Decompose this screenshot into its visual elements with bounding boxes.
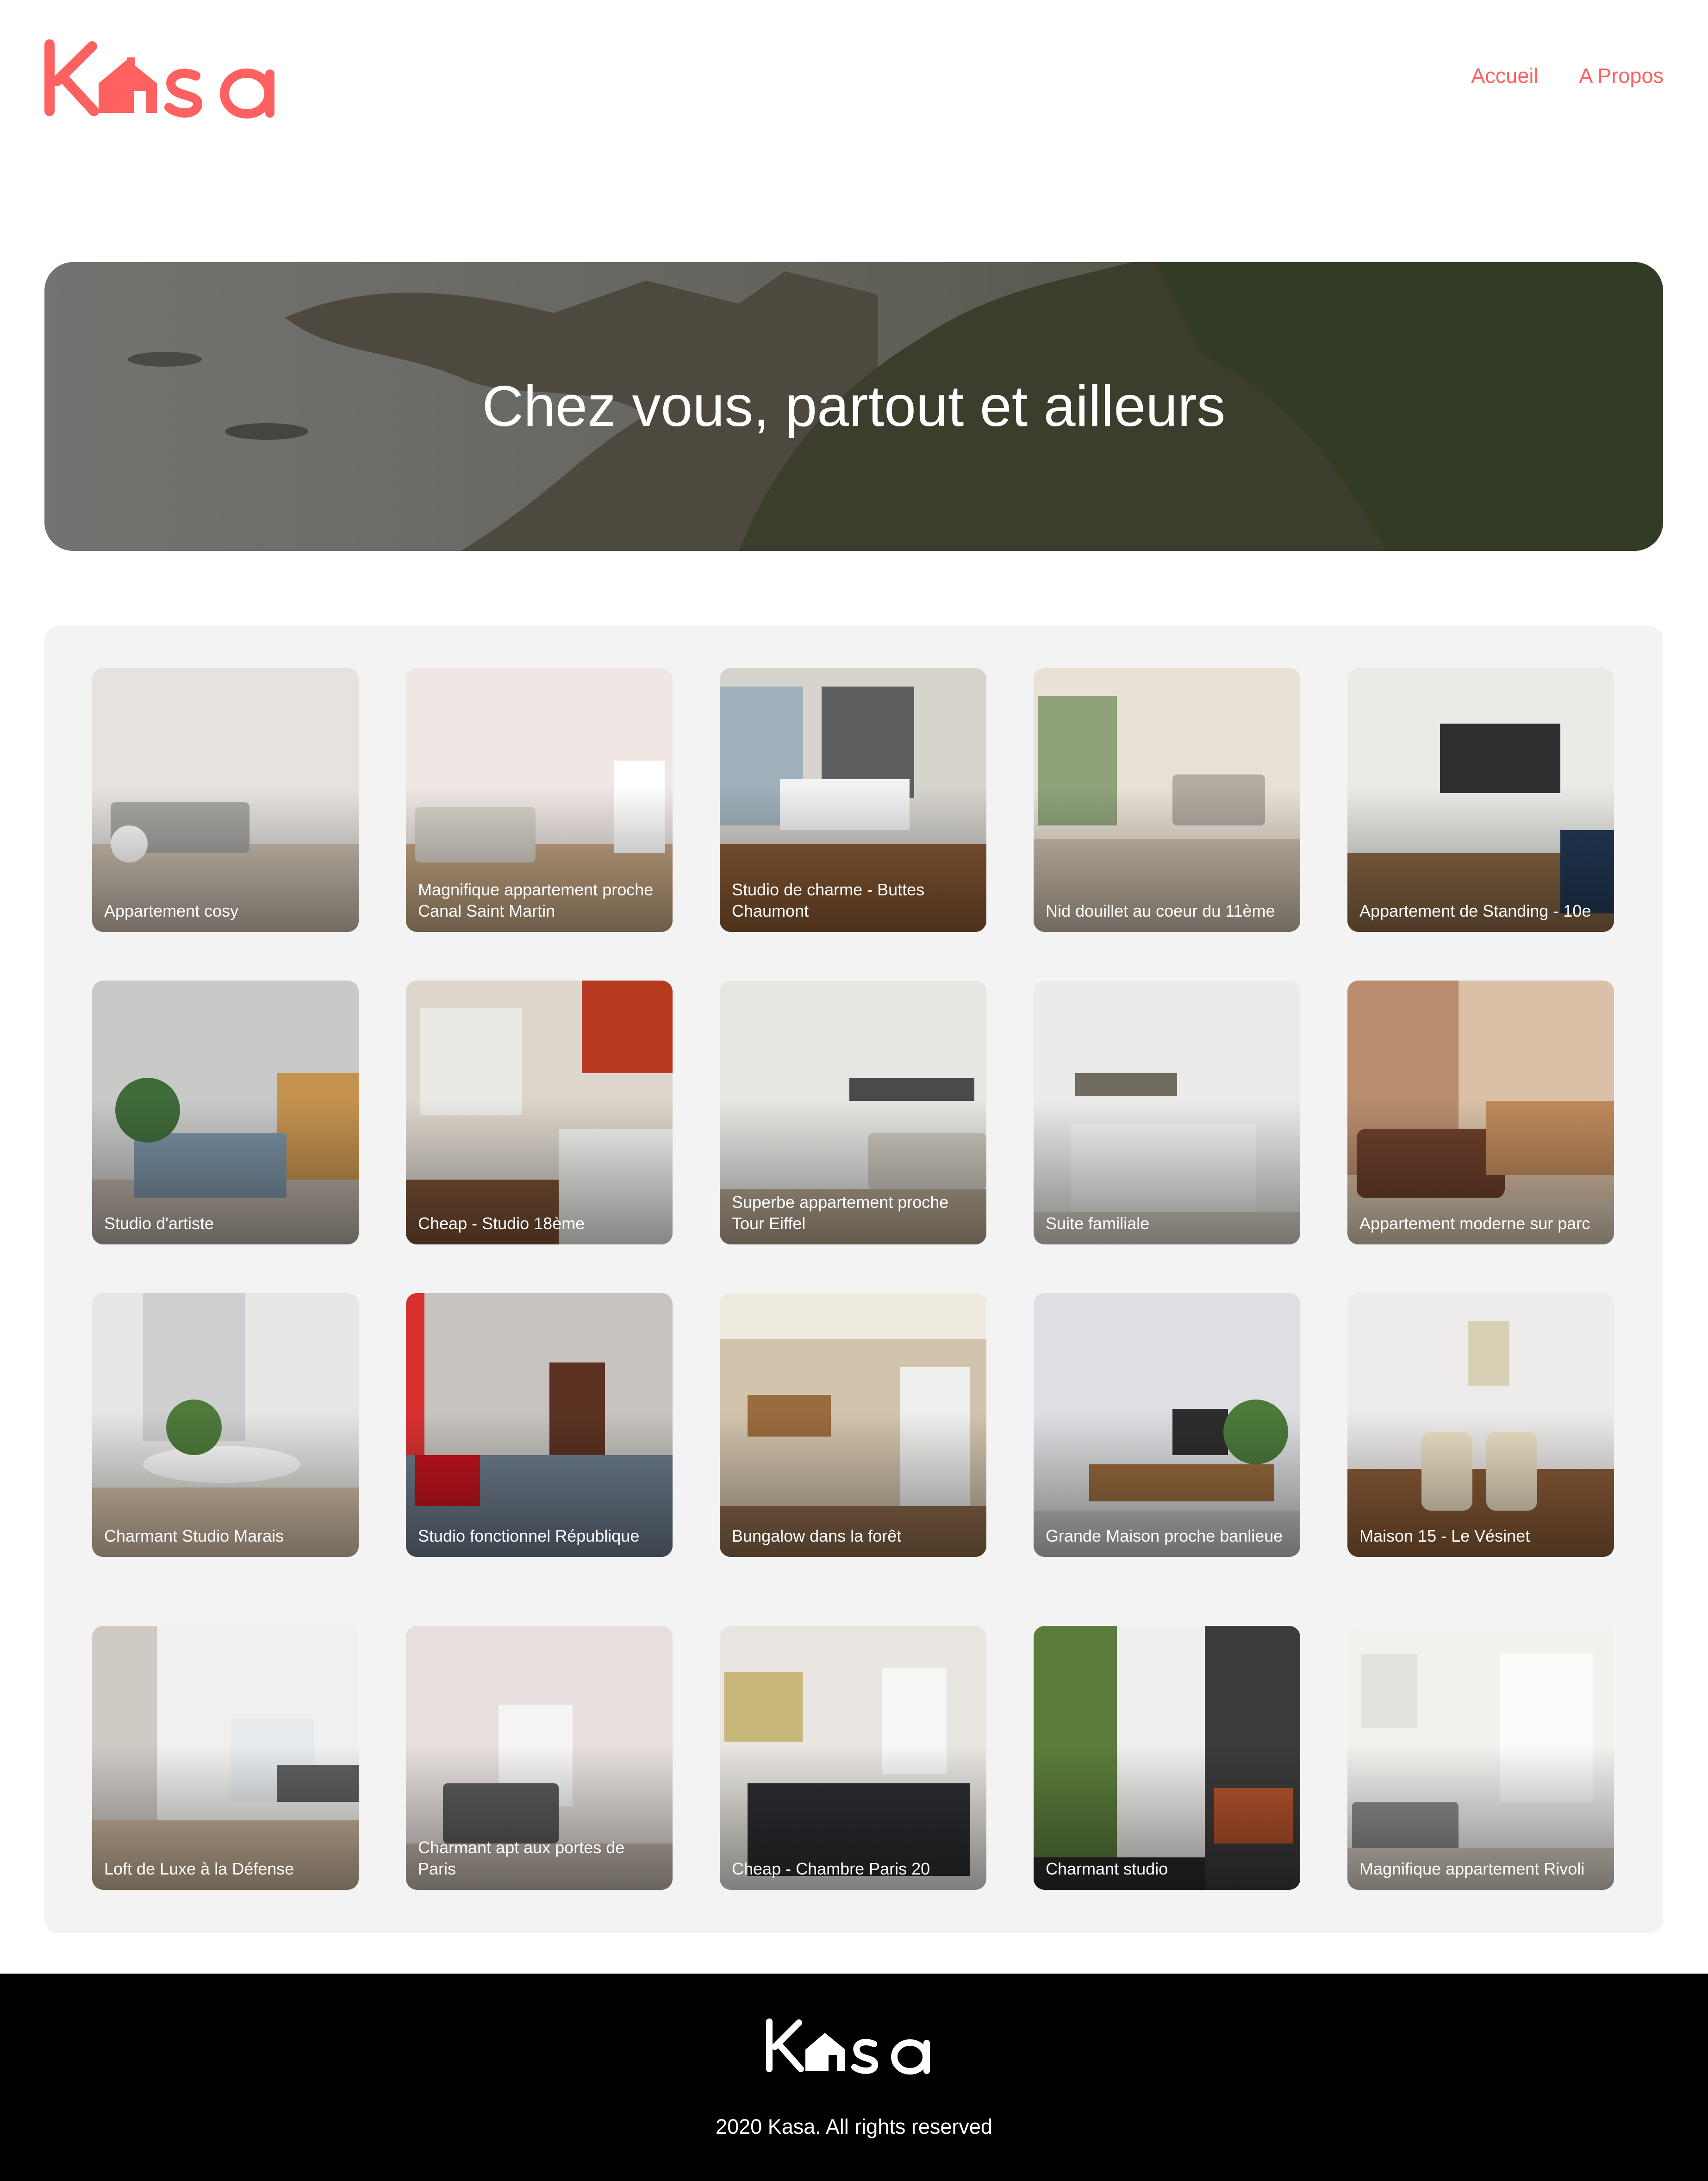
listing-title: Cheap - Studio 18ème xyxy=(418,1214,585,1233)
nav-link-accueil[interactable]: Accueil xyxy=(1471,64,1538,88)
card-overlay xyxy=(720,1626,986,1890)
listing-title: Studio d'artiste xyxy=(104,1214,214,1233)
card-overlay xyxy=(92,981,359,1244)
card-overlay xyxy=(1347,981,1614,1244)
listing-card[interactable]: Superbe appartement proche Tour Eiffel xyxy=(720,981,986,1244)
listing-title: Cheap - Chambre Paris 20 xyxy=(732,1859,930,1878)
card-overlay xyxy=(406,981,673,1244)
listing-card[interactable]: Cheap - Studio 18ème xyxy=(406,981,673,1244)
listing-card[interactable]: Maison 15 - Le Vésinet xyxy=(1347,1293,1614,1557)
main-nav: Accueil A Propos xyxy=(1471,64,1664,88)
listing-card[interactable]: Studio de charme - Buttes Chaumont xyxy=(720,668,986,932)
listing-title: Superbe appartement proche Tour Eiffel xyxy=(732,1193,949,1233)
listing-title: Appartement cosy xyxy=(104,901,239,920)
kasa-logo-image xyxy=(44,39,274,119)
listing-card[interactable]: Bungalow dans la forêt xyxy=(720,1293,986,1557)
listing-title: Studio fonctionnel République xyxy=(418,1526,640,1545)
listing-card[interactable]: Suite familiale xyxy=(1034,981,1300,1244)
listing-title: Bungalow dans la forêt xyxy=(732,1526,902,1545)
card-overlay xyxy=(1347,1293,1614,1557)
listing-title: Charmant apt aux portes de Paris xyxy=(418,1838,625,1878)
listing-card[interactable]: Appartement cosy xyxy=(92,668,359,932)
listing-card[interactable]: Magnifique appartement proche Canal Sain… xyxy=(406,668,673,932)
listing-card[interactable]: Appartement de Standing - 10e xyxy=(1347,668,1614,932)
card-overlay xyxy=(1034,1626,1300,1890)
card-overlay xyxy=(92,668,359,932)
listing-title: Magnifique appartement proche Canal Sain… xyxy=(418,880,654,920)
hero-title: Chez vous, partout et ailleurs xyxy=(482,375,1226,438)
card-overlay xyxy=(1034,981,1300,1244)
footer-logo-image xyxy=(766,2019,930,2075)
nav-link-a-propos[interactable]: A Propos xyxy=(1579,64,1664,88)
listing-card[interactable]: Charmant Studio Marais xyxy=(92,1293,359,1557)
card-overlay xyxy=(1347,1626,1614,1890)
listing-title: Appartement moderne sur parc xyxy=(1359,1214,1590,1233)
card-overlay xyxy=(1034,1293,1300,1557)
listing-title: Nid douillet au coeur du 11ème xyxy=(1046,901,1275,920)
listing-title: Charmant studio xyxy=(1046,1859,1168,1878)
listing-title: Studio de charme - Buttes Chaumont xyxy=(732,880,925,920)
listing-title: Charmant Studio Marais xyxy=(104,1526,284,1545)
copyright-text: 2020 Kasa. All rights reserved xyxy=(716,2115,992,2138)
listing-card[interactable]: Charmant apt aux portes de Paris xyxy=(406,1626,673,1890)
hero-banner: Chez vous, partout et ailleurs xyxy=(44,262,1663,551)
site-footer: 2020 Kasa. All rights reserved xyxy=(0,1974,1708,2181)
card-overlay xyxy=(406,1293,673,1557)
listing-title: Magnifique appartement Rivoli xyxy=(1359,1859,1585,1878)
listing-title: Grande Maison proche banlieue xyxy=(1046,1526,1283,1545)
listing-card[interactable]: Charmant studio xyxy=(1034,1626,1300,1890)
card-overlay xyxy=(1034,668,1300,932)
listing-card[interactable]: Nid douillet au coeur du 11ème xyxy=(1034,668,1300,932)
listing-card[interactable]: Studio fonctionnel République xyxy=(406,1293,673,1557)
listing-title: Loft de Luxe à la Défense xyxy=(104,1859,294,1878)
listing-card[interactable]: Studio d'artiste xyxy=(92,981,359,1244)
listing-card[interactable]: Loft de Luxe à la Défense xyxy=(92,1626,359,1890)
site-header: Accueil A Propos xyxy=(0,0,1708,231)
listing-card[interactable]: Cheap - Chambre Paris 20 xyxy=(720,1626,986,1890)
listing-title: Maison 15 - Le Vésinet xyxy=(1359,1526,1530,1545)
card-overlay xyxy=(92,1626,359,1890)
listing-title: Suite familiale xyxy=(1046,1214,1150,1233)
card-overlay xyxy=(92,1293,359,1557)
kasa-logo[interactable] xyxy=(43,37,293,125)
listing-title: Appartement de Standing - 10e xyxy=(1359,901,1591,920)
listing-card[interactable]: Magnifique appartement Rivoli xyxy=(1347,1626,1614,1890)
footer-kasa-logo xyxy=(765,2016,943,2079)
listings-gallery: Appartement cosy Magnifique appartement … xyxy=(44,626,1663,1933)
card-overlay xyxy=(720,1293,986,1557)
listing-card[interactable]: Appartement moderne sur parc xyxy=(1347,981,1614,1244)
listing-card[interactable]: Grande Maison proche banlieue xyxy=(1034,1293,1300,1557)
card-overlay xyxy=(1347,668,1614,932)
